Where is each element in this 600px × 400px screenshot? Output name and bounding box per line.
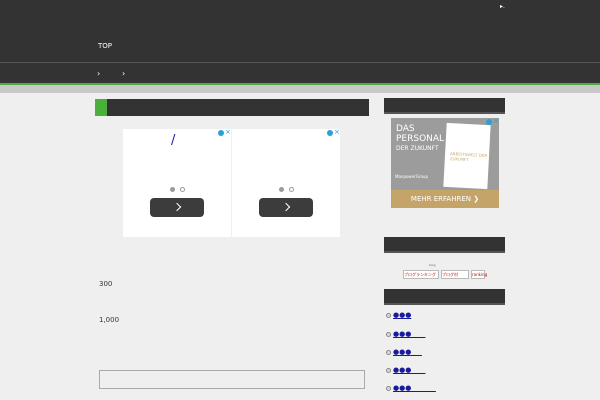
banner-line-2: PERSONAL bbox=[396, 134, 445, 144]
carousel-dot-active[interactable] bbox=[279, 187, 284, 192]
sidebar-heading-ranking bbox=[384, 237, 505, 253]
banner-line-3: DER ZUKUNFT bbox=[396, 145, 439, 152]
sidebar-link[interactable]: ●●●____ bbox=[393, 366, 425, 374]
ranking-badge-1[interactable]: ブログランキング bbox=[403, 270, 439, 279]
ranking-caption: blog bbox=[429, 263, 436, 267]
chevron-right-icon[interactable] bbox=[150, 198, 204, 217]
carousel-dot[interactable] bbox=[289, 187, 294, 192]
sidebar-link[interactable]: ●●●_______ bbox=[393, 384, 436, 392]
ranking-badge-2[interactable]: ブログ村 bbox=[441, 270, 469, 279]
bullet-icon bbox=[386, 313, 391, 318]
header-mark: ▸. bbox=[500, 3, 505, 10]
banner-brochure: ARBEITSWELT DER ZUKUNFT bbox=[443, 122, 491, 190]
info-icon[interactable] bbox=[218, 130, 224, 136]
banner-logo: ManpowerGroup bbox=[395, 174, 428, 179]
ad-badge[interactable]: × bbox=[218, 128, 231, 136]
ad-unit-right[interactable]: × bbox=[232, 128, 340, 237]
brochure-text: ARBEITSWELT DER ZUKUNFT bbox=[449, 151, 488, 163]
nav-bar: › › bbox=[0, 62, 600, 83]
close-icon[interactable]: × bbox=[225, 128, 231, 136]
sidebar-link[interactable]: ●●● bbox=[393, 311, 411, 319]
close-icon[interactable]: × bbox=[493, 118, 499, 125]
main-section-heading bbox=[95, 99, 369, 116]
bullet-icon bbox=[386, 332, 391, 337]
bullet-icon bbox=[386, 386, 391, 391]
carousel-dots bbox=[279, 187, 295, 193]
chevron-right-icon[interactable] bbox=[259, 198, 313, 217]
info-icon[interactable] bbox=[327, 130, 333, 136]
ad-text[interactable]: / bbox=[171, 133, 175, 148]
sidebar-heading-ad bbox=[384, 98, 505, 114]
site-header: ▸. TOP bbox=[0, 0, 600, 62]
sidebar-banner-ad[interactable]: × DAS PERSONAL DER ZUKUNFT ManpowerGroup… bbox=[391, 118, 499, 208]
nav-divider bbox=[0, 85, 600, 93]
body-text-1000: 1,000 bbox=[99, 316, 120, 324]
search-input[interactable] bbox=[99, 370, 365, 389]
banner-line-1: DAS bbox=[396, 124, 415, 134]
ad-unit-left[interactable]: × / bbox=[123, 128, 231, 237]
ad-badge[interactable]: × bbox=[327, 128, 340, 136]
carousel-dot-active[interactable] bbox=[170, 187, 175, 192]
bullet-icon bbox=[386, 368, 391, 373]
ranking-badge-3[interactable]: ranking bbox=[471, 270, 487, 279]
banner-cta-button[interactable]: MEHR ERFAHREN ❯ bbox=[391, 190, 499, 208]
sidebar-link[interactable]: ●●●____ bbox=[393, 330, 425, 338]
sidebar-link[interactable]: ●●●___ bbox=[393, 348, 422, 356]
carousel-dots bbox=[170, 187, 186, 193]
bullet-icon bbox=[386, 350, 391, 355]
top-link[interactable]: TOP bbox=[98, 42, 112, 50]
body-text-300: 300 bbox=[99, 280, 113, 288]
carousel-dot[interactable] bbox=[180, 187, 185, 192]
sidebar-heading-links bbox=[384, 289, 505, 305]
heading-accent bbox=[95, 99, 107, 116]
close-icon[interactable]: × bbox=[334, 128, 340, 136]
nav-item-2[interactable]: › bbox=[122, 69, 125, 78]
nav-item-1[interactable]: › bbox=[97, 69, 100, 78]
